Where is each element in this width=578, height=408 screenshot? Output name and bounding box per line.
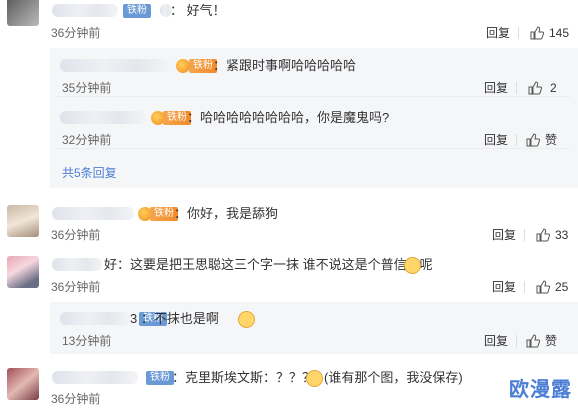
avatar[interactable] — [7, 256, 39, 288]
timestamp: 35分钟前 — [62, 81, 112, 95]
comment-text: ： 好气！ — [170, 3, 226, 18]
separator — [524, 281, 525, 293]
reply-button[interactable]: 回复 — [484, 133, 508, 147]
username-blurred[interactable] — [52, 371, 138, 384]
thumbs-up-icon[interactable] — [526, 133, 540, 147]
medal-icon — [176, 59, 190, 73]
separator — [518, 27, 519, 39]
comment-text-continued: (谁有那个图，我没保存) — [324, 370, 463, 385]
username-blurred[interactable] — [52, 4, 118, 17]
separator — [524, 229, 525, 241]
timestamp: 36分钟前 — [51, 392, 101, 406]
comment-text: 好：这要是把王思聪这三个字一抹 谁不说这是个普信男呢 — [104, 257, 433, 272]
username-blurred[interactable] — [52, 258, 102, 271]
reply-button[interactable]: 回复 — [492, 228, 516, 242]
fan-badge: 铁粉 — [146, 371, 174, 385]
reply-button[interactable]: 回复 — [484, 81, 508, 95]
separator — [516, 82, 517, 94]
timestamp: 36分钟前 — [51, 228, 101, 242]
like-count: 2 — [550, 81, 557, 95]
thumbs-up-icon[interactable] — [528, 81, 542, 95]
username-blurred[interactable] — [60, 111, 146, 124]
cat-emoji-icon — [306, 370, 323, 387]
like-count: 145 — [549, 26, 570, 40]
reply-text: 3 ：不抹也是啊 — [130, 311, 219, 326]
reply-button[interactable]: 回复 — [484, 334, 508, 348]
timestamp: 32分钟前 — [62, 133, 112, 147]
avatar[interactable] — [7, 0, 39, 26]
divider — [56, 148, 570, 149]
thumbs-up-icon[interactable] — [526, 334, 540, 348]
username-blurred[interactable] — [60, 59, 170, 72]
separator — [516, 335, 517, 347]
separator — [516, 134, 517, 146]
comment-text: ：克里斯埃文斯：？？？ — [172, 370, 316, 385]
watermark-logo: 欧漫露 — [509, 377, 572, 401]
more-replies-link[interactable]: 共5条回复 — [62, 165, 117, 181]
thumbs-up-icon[interactable] — [530, 26, 544, 40]
like-label: 赞 — [545, 334, 558, 348]
username-blurred[interactable] — [52, 207, 134, 220]
like-count: 25 — [555, 280, 569, 294]
timestamp: 36分钟前 — [51, 26, 101, 40]
username-blurred[interactable] — [60, 312, 130, 325]
reply-text: ：紧跟时事啊哈哈哈哈哈 — [213, 58, 357, 73]
avatar[interactable] — [7, 368, 39, 400]
like-count: 33 — [555, 228, 569, 242]
like-label: 赞 — [545, 133, 558, 147]
reply-button[interactable]: 回复 — [486, 26, 510, 40]
timestamp: 36分钟前 — [51, 280, 101, 294]
avatar[interactable] — [7, 205, 39, 237]
thumbs-up-icon[interactable] — [536, 228, 550, 242]
cat-emoji-icon — [404, 257, 421, 274]
cat-emoji-icon — [238, 311, 255, 328]
divider — [56, 96, 570, 97]
timestamp: 13分钟前 — [62, 334, 112, 348]
thumbs-up-icon[interactable] — [536, 280, 550, 294]
reply-text: ：哈哈哈哈哈哈哈哈，你是魔鬼吗? — [187, 110, 390, 125]
comment-text: ：你好，我是舔狗 — [174, 206, 279, 221]
fan-badge: 铁粉 — [123, 4, 151, 18]
reply-button[interactable]: 回复 — [492, 280, 516, 294]
